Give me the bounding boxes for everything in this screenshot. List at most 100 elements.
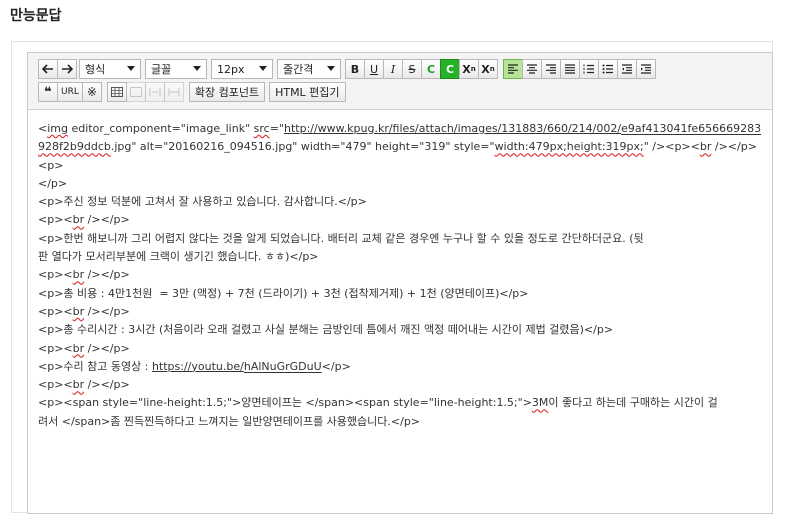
split-row-icon xyxy=(168,88,180,96)
source-text: </p> xyxy=(321,359,351,373)
source-line: <p> xyxy=(38,157,764,175)
source-text: <p>한번 해보니까 그리 어렵지 않다는 것을 알게 되었습니다. 배터리 교… xyxy=(38,231,644,245)
source-text: br xyxy=(72,213,85,227)
chevron-down-icon xyxy=(193,66,201,71)
source-line: 928f2b9ddcb.jpg" alt="20160216_094516.jp… xyxy=(38,138,764,156)
source-text: <p>총 비용 : 4만1천원 = 3만 (액정) + 7천 (드라이기) + … xyxy=(38,286,529,300)
align-right-button[interactable] xyxy=(541,59,561,79)
source-text: /></p> xyxy=(711,140,757,154)
font-select[interactable]: 글꼴 xyxy=(145,59,207,79)
source-text: 판 열다가 모서리부분에 크랙이 생기긴 했습니다. ㅎㅎ)</p> xyxy=(38,250,319,264)
source-line: 려서 </span>좀 찐득찐득하다고 느껴지는 일반양면테이프를 사용했습니다… xyxy=(38,413,764,431)
subscript-mark: n xyxy=(489,65,495,73)
font-select-value: 글꼴 xyxy=(151,63,172,76)
source-text: /></p> xyxy=(84,304,130,318)
arrow-right-icon xyxy=(62,64,73,74)
source-line: </p> xyxy=(38,175,764,193)
underline-button[interactable]: U xyxy=(364,59,384,79)
line-height-select-value: 줄간격 xyxy=(283,63,314,76)
html-editor: 형식 글꼴 12px 줄간격 B U I S C C X n X n ❝ URL… xyxy=(27,52,773,514)
subscript-x: X xyxy=(481,62,490,76)
align-left-icon xyxy=(508,64,518,74)
source-line: <p><br /></p> xyxy=(38,211,764,229)
subscript-button[interactable]: Xn xyxy=(478,59,498,79)
html-source-textarea[interactable]: <img editor_component="image_link" src="… xyxy=(38,120,764,431)
background-color-button[interactable]: C xyxy=(440,59,460,79)
bold-button[interactable]: B xyxy=(345,59,365,79)
split-column-button[interactable] xyxy=(144,82,165,102)
source-text: 928f2b9ddcb xyxy=(38,140,111,154)
chevron-down-icon xyxy=(259,66,267,71)
source-text: </p> xyxy=(38,176,68,190)
source-line: <p>총 수리시간 : 3시간 (처음이라 오래 걸렸고 사실 분해는 금방인데… xyxy=(38,321,764,339)
source-text: http://www.kpug.kr/files/attach/images/1… xyxy=(283,122,622,135)
source-text: <p>수리 참고 동영상 : xyxy=(38,359,152,373)
source-line: <p><br /></p> xyxy=(38,340,764,358)
split-column-icon xyxy=(149,88,161,96)
blockquote-button[interactable]: ❝ xyxy=(38,82,58,102)
font-color-button[interactable]: C xyxy=(421,59,441,79)
merge-cells-button[interactable] xyxy=(125,82,146,102)
table-icon xyxy=(110,87,123,97)
undo-button[interactable] xyxy=(38,59,58,79)
source-text: .jpg" alt="20160216_094516.jpg" width="4… xyxy=(110,140,495,154)
page-title: 만능문답 xyxy=(10,8,62,24)
source-text: <p>총 수리시간 : 3시간 (처음이라 오래 걸렸고 사실 분해는 금방인데… xyxy=(38,323,614,337)
source-text: br xyxy=(72,341,85,355)
arrow-left-icon xyxy=(42,64,53,74)
source-text: <p>< xyxy=(38,304,73,318)
source-line: <p><span style="line-height:1.5;">양면테이프는… xyxy=(38,394,764,412)
format-select-value: 형식 xyxy=(85,63,106,76)
format-select[interactable]: 형식 xyxy=(79,59,141,79)
align-justify-icon xyxy=(565,64,575,74)
source-text: hAlNuGrGDuU xyxy=(243,359,322,373)
source-line: <p>주신 정보 덕분에 고쳐서 잘 사용하고 있습니다. 감사합니다.</p> xyxy=(38,193,764,211)
superscript-mark: n xyxy=(470,65,476,73)
outdent-icon xyxy=(622,64,632,74)
extension-component-button[interactable]: 확장 컴포넌트 xyxy=(188,82,266,102)
align-center-button[interactable] xyxy=(522,59,542,79)
source-text: <p>< xyxy=(38,341,73,355)
source-text: =" xyxy=(269,122,284,135)
bullet-list-icon xyxy=(602,64,613,74)
editor-wrapper: 형식 글꼴 12px 줄간격 B U I S C C X n X n ❝ URL… xyxy=(11,41,773,514)
indent-button[interactable] xyxy=(636,59,656,79)
source-text: 3M xyxy=(531,396,549,410)
ordered-list-icon xyxy=(583,64,594,74)
source-text: /></p> xyxy=(84,213,130,227)
superscript-button[interactable]: Xn xyxy=(459,59,479,79)
source-text: br xyxy=(699,140,712,154)
unordered-list-button[interactable] xyxy=(598,59,618,79)
toolbar-row-2: ❝ URL ※ 확장 컴포넌트 HTML 편집기 xyxy=(38,81,350,103)
url-link-button[interactable]: URL xyxy=(57,82,83,102)
source-text: br xyxy=(72,304,85,318)
align-left-button[interactable] xyxy=(503,59,523,79)
html-editor-button[interactable]: HTML 편집기 xyxy=(269,82,346,102)
strikethrough-button[interactable]: S xyxy=(402,59,422,79)
table-button[interactable] xyxy=(106,82,127,102)
source-text: 려서 </span>좀 찐득찐득하다고 느껴지는 일반양면테이프를 사용했습니다… xyxy=(38,414,421,428)
align-justify-button[interactable] xyxy=(560,59,580,79)
source-text: <p>< xyxy=(38,213,73,227)
outdent-button[interactable] xyxy=(617,59,637,79)
source-text: src xyxy=(253,122,270,135)
source-text: < xyxy=(38,122,48,135)
align-center-icon xyxy=(527,64,537,74)
italic-button[interactable]: I xyxy=(383,59,403,79)
redo-button[interactable] xyxy=(57,59,77,79)
line-height-select[interactable]: 줄간격 xyxy=(277,59,341,79)
source-text: e9af413041fe656669283 xyxy=(621,122,762,135)
source-line: <p>수리 참고 동영상 : https://youtu.be/hAlNuGrG… xyxy=(38,358,764,376)
editor-toolbar: 형식 글꼴 12px 줄간격 B U I S C C X n X n ❝ URL… xyxy=(28,53,772,110)
indent-icon xyxy=(641,64,651,74)
ordered-list-button[interactable] xyxy=(579,59,599,79)
split-row-button[interactable] xyxy=(163,82,184,102)
source-text: 이 좋다고 하는데 구매하는 시간이 걸 xyxy=(548,396,718,410)
font-size-select[interactable]: 12px xyxy=(211,59,273,79)
source-text: <p>< xyxy=(38,378,73,392)
special-character-button[interactable]: ※ xyxy=(81,82,102,102)
source-line: <p>한번 해보니까 그리 어렵지 않다는 것을 알게 되었습니다. 배터리 교… xyxy=(38,230,764,248)
align-right-icon xyxy=(546,64,556,74)
source-line: <img editor_component="image_link" src="… xyxy=(38,120,764,138)
source-line: 판 열다가 모서리부분에 크랙이 생기긴 했습니다. ㅎㅎ)</p> xyxy=(38,248,764,266)
